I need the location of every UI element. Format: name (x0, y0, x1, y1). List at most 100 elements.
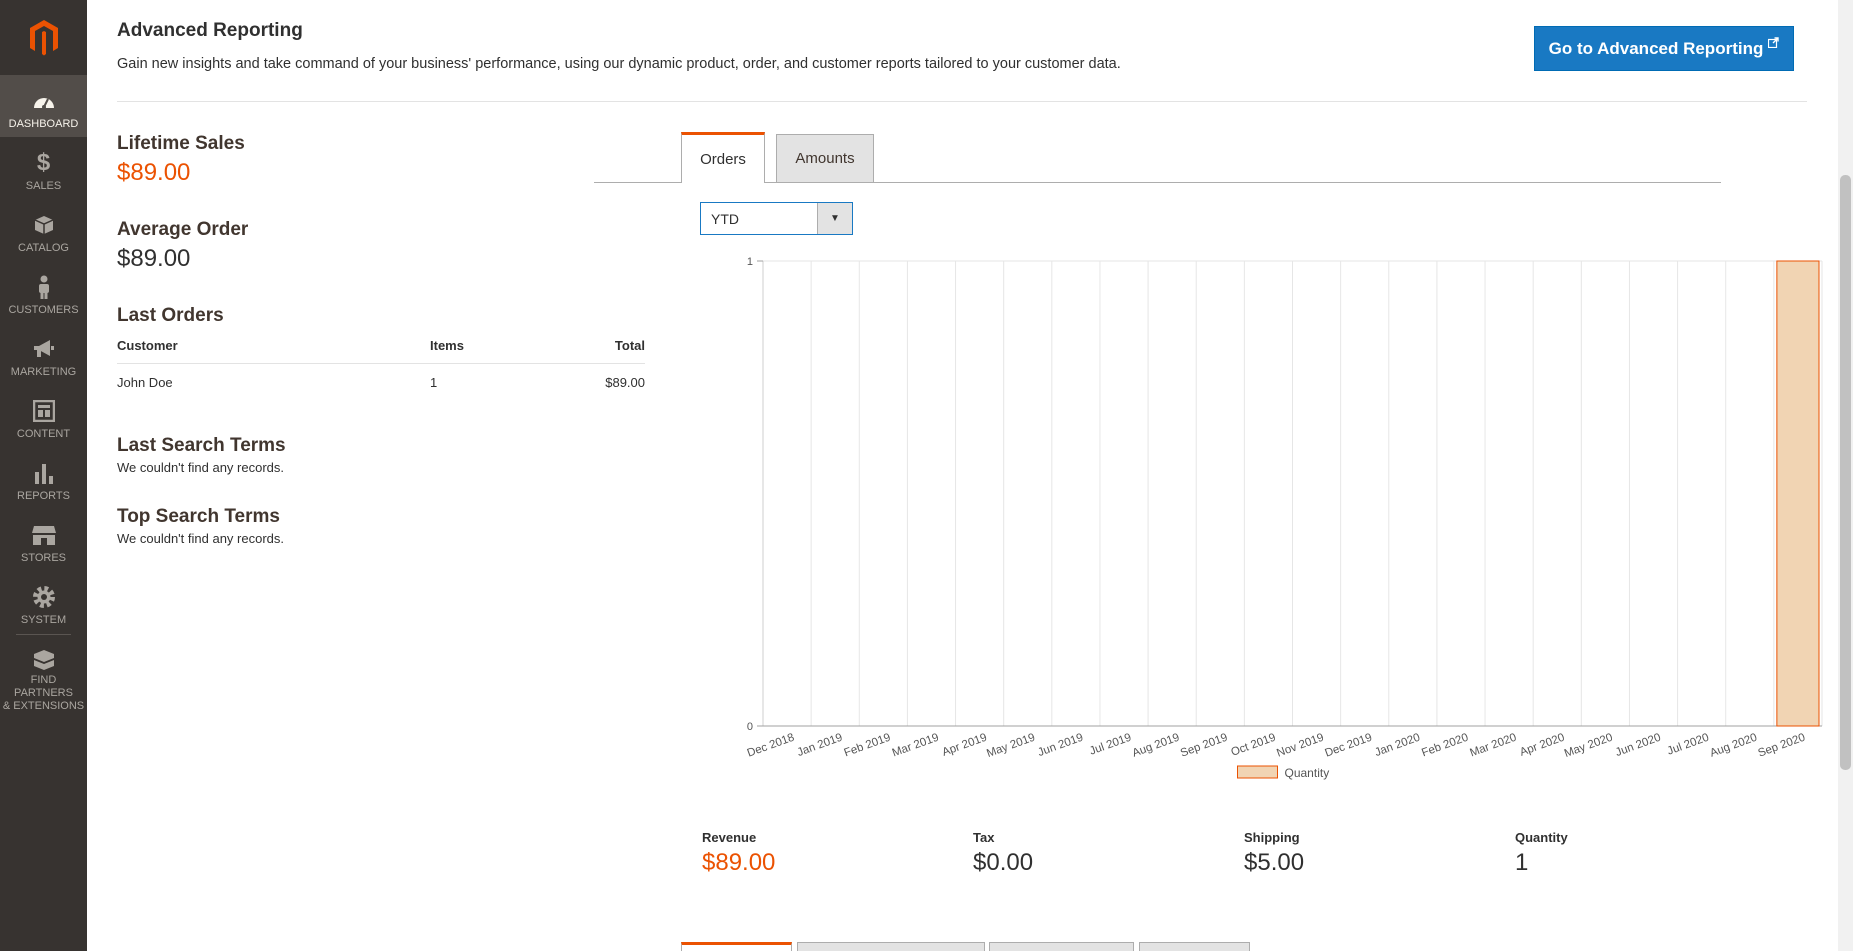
x-tick-label: Sep 2020 (1757, 732, 1807, 760)
shipping-value: $5.00 (1244, 849, 1305, 876)
y-tick-label: 1 (747, 256, 753, 268)
dashboard-icon (32, 87, 56, 115)
nav-dashboard[interactable]: DASHBOARD (0, 75, 87, 137)
go-to-advanced-reporting-button[interactable]: Go to Advanced Reporting (1534, 26, 1794, 71)
column-header-items: Items (430, 333, 530, 364)
average-order-value: $89.00 (117, 245, 191, 272)
nav-find-partners[interactable]: FIND PARTNERS & EXTENSIONS (0, 637, 87, 712)
x-tick-label: Jan 2019 (796, 732, 845, 759)
x-tick-label: Jun 2019 (1036, 732, 1085, 759)
x-tick-label: Aug 2020 (1708, 732, 1758, 760)
shipping-label: Shipping (1244, 830, 1300, 845)
legend-swatch (1237, 765, 1278, 779)
nav-catalog[interactable]: CATALOG (0, 199, 87, 261)
bottom-tab[interactable] (797, 942, 985, 951)
magento-logo[interactable] (0, 0, 87, 75)
x-tick-label: Jun 2020 (1614, 732, 1663, 759)
column-header-total: Total (529, 333, 645, 364)
period-select-value: YTD (711, 211, 739, 227)
legend-label: Quantity (1285, 766, 1330, 780)
nav-label-line2: & EXTENSIONS (2, 700, 85, 712)
bottom-tab[interactable] (989, 942, 1134, 951)
tab-amounts[interactable]: Amounts (776, 134, 874, 182)
nav-stores[interactable]: STORES (0, 509, 87, 571)
last-search-terms-empty: We couldn't find any records. (117, 460, 284, 475)
x-tick-label: Sep 2019 (1179, 732, 1229, 760)
external-link-icon (1768, 37, 1780, 51)
totals-tax: Tax $0.00 (973, 830, 1033, 877)
x-tick-label: Oct 2019 (1229, 732, 1277, 759)
nav-label: STORES (20, 552, 67, 564)
x-tick-label: Jan 2020 (1373, 732, 1422, 759)
order-customer: John Doe (117, 375, 173, 390)
blocks-icon (33, 649, 55, 671)
x-tick-label: Jul 2020 (1666, 732, 1711, 758)
last-orders-table: Customer Items Total John Doe 1 $89.00 (117, 333, 645, 401)
nav-content[interactable]: CONTENT (0, 385, 87, 447)
totals-revenue: Revenue $89.00 (702, 830, 775, 877)
x-tick-label: Mar 2020 (1468, 732, 1518, 760)
table-row[interactable]: John Doe 1 $89.00 (117, 364, 645, 402)
nav-reports[interactable]: REPORTS (0, 447, 87, 509)
top-search-terms-empty: We couldn't find any records. (117, 531, 284, 546)
tax-value: $0.00 (973, 849, 1034, 876)
x-tick-label: Apr 2019 (941, 732, 989, 759)
x-tick-label: Nov 2019 (1275, 732, 1325, 760)
x-tick-label: Aug 2019 (1131, 732, 1181, 760)
nav-system[interactable]: SYSTEM (0, 571, 87, 633)
x-tick-label: Feb 2020 (1420, 732, 1470, 760)
table-header-row: Customer Items Total (117, 333, 645, 364)
y-tick-label: 0 (747, 721, 753, 733)
nav-marketing[interactable]: MARKETING (0, 323, 87, 385)
order-total: $89.00 (605, 375, 645, 390)
totals-quantity: Quantity 1 (1515, 830, 1568, 877)
top-search-terms-title: Top Search Terms (117, 506, 280, 527)
magento-logo-icon (29, 19, 58, 55)
column-header-customer: Customer (117, 333, 430, 364)
period-select[interactable]: YTD ▼ (700, 202, 853, 235)
totals-shipping: Shipping $5.00 (1244, 830, 1304, 877)
tab-orders[interactable]: Orders (681, 132, 765, 183)
x-tick-label: Feb 2019 (843, 732, 893, 760)
storefront-icon (31, 521, 57, 549)
last-orders-title: Last Orders (117, 305, 224, 326)
x-tick-label: Dec 2018 (746, 732, 796, 760)
person-icon (37, 273, 51, 301)
scrollbar-thumb[interactable] (1840, 175, 1851, 770)
x-tick-label: Dec 2019 (1323, 732, 1373, 760)
nav-label: DASHBOARD (8, 118, 79, 130)
nav-label: SYSTEM (20, 614, 67, 626)
orders-chart: 01Dec 2018 Jan 2019Feb 2019Mar 2019 Apr 20… (746, 256, 1823, 780)
bar-chart-icon (34, 459, 54, 487)
nav-label: SALES (25, 180, 62, 192)
nav-label: CUSTOMERS (8, 304, 79, 316)
tab-label: Amounts (795, 150, 855, 167)
admin-sidebar: DASHBOARD $ SALES CATALOG CUSTOMERS MARK… (0, 0, 87, 951)
x-tick-label: Apr 2020 (1518, 732, 1566, 759)
button-label: Go to Advanced Reporting (1548, 38, 1764, 58)
nav-label-line1: FIND PARTNERS (14, 674, 73, 699)
nav-customers[interactable]: CUSTOMERS (0, 261, 87, 323)
nav-sales[interactable]: $ SALES (0, 137, 87, 199)
x-tick-label: Mar 2019 (891, 732, 941, 760)
nav-label: CONTENT (16, 428, 71, 440)
x-tick-label: May 2020 (1563, 732, 1615, 761)
bottom-tab-active[interactable] (681, 942, 792, 951)
chart-tabs: Orders Amounts (594, 132, 1721, 183)
dollar-icon: $ (36, 149, 51, 176)
x-tick-label: Jul 2019 (1088, 732, 1133, 758)
advanced-reporting-title: Advanced Reporting (117, 20, 303, 41)
chevron-down-icon: ▼ (817, 203, 852, 234)
nav-divider (16, 634, 71, 635)
lifetime-sales-value: $89.00 (117, 159, 191, 186)
megaphone-icon (32, 335, 56, 363)
x-tick-label: May 2019 (985, 732, 1037, 761)
tab-label: Orders (700, 150, 746, 168)
revenue-label: Revenue (702, 830, 757, 845)
nav-label: REPORTS (17, 490, 70, 502)
page-scrollbar[interactable] (1838, 0, 1853, 951)
section-divider (117, 101, 1807, 102)
nav-label: CATALOG (18, 242, 69, 254)
bottom-tab[interactable] (1139, 942, 1250, 951)
advanced-reporting-description: Gain new insights and take command of yo… (117, 56, 1121, 72)
